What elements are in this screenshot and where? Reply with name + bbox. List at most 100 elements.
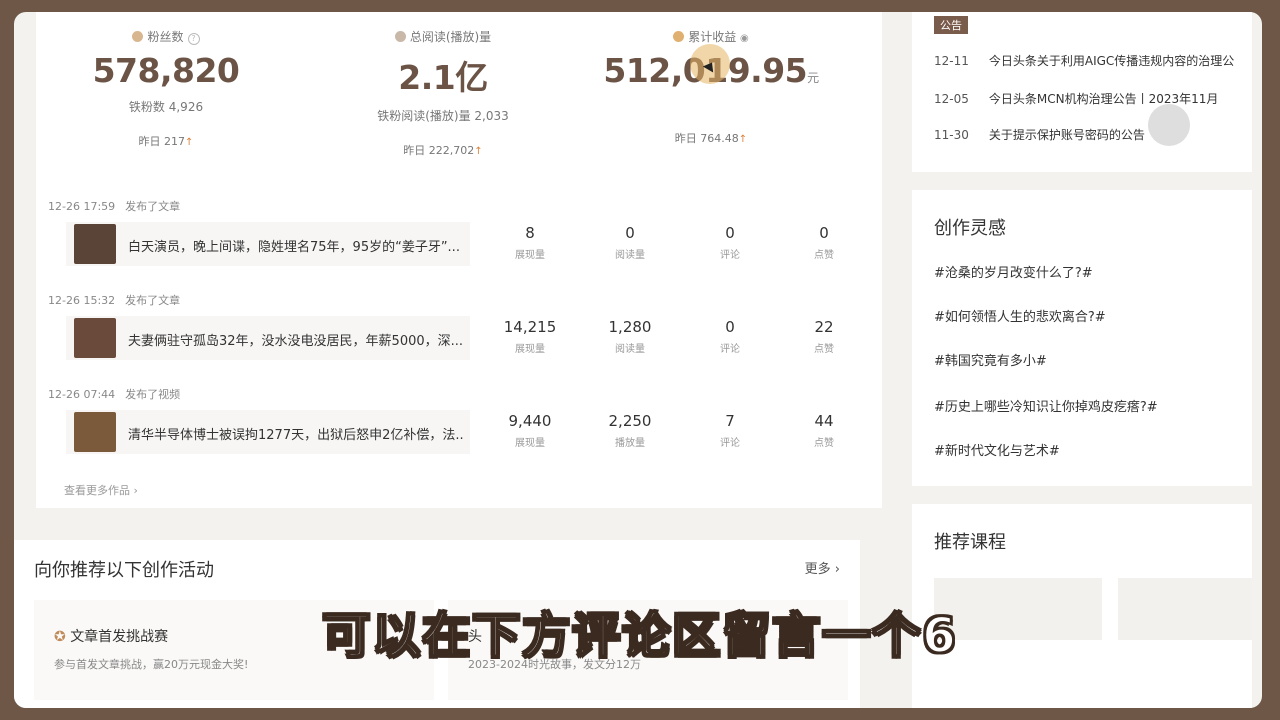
yesterday-value: 764.48 bbox=[700, 132, 739, 145]
activity-title: 向你推荐以下创作活动 bbox=[34, 560, 214, 581]
up-arrow-icon: ↑ bbox=[738, 134, 748, 145]
post-action: 发布了文章 bbox=[125, 294, 181, 307]
metric-value: 2,250 bbox=[608, 412, 652, 430]
stat-sub-value: 2,033 bbox=[474, 109, 509, 123]
metric: 22 点赞 bbox=[774, 318, 874, 355]
up-arrow-icon: ↑ bbox=[474, 146, 483, 157]
metric-label: 阅读量 bbox=[615, 250, 645, 261]
post-title[interactable]: 清华半导体博士被误拘1277天，出狱后怒申2亿补偿，法... bbox=[128, 424, 464, 443]
chevron-right-icon: › bbox=[834, 562, 840, 577]
post-meta: 12-26 17:59 发布了文章 bbox=[48, 198, 190, 214]
metric-value: 0 bbox=[819, 224, 829, 242]
metric-label: 展现量 bbox=[515, 344, 545, 355]
notice-item[interactable]: 11-30 关于提示保护账号密码的公告 bbox=[934, 126, 1145, 143]
inspiration-topic[interactable]: #韩国究竟有多小# bbox=[934, 350, 1047, 369]
post-item[interactable]: 白天演员，晚上间谍，隐姓埋名75年，95岁的“姜子牙”... bbox=[66, 222, 470, 266]
notice-tag: 公告 bbox=[934, 16, 968, 34]
metric: 2,250 播放量 bbox=[580, 412, 680, 449]
stat-label: 累计收益 bbox=[688, 30, 737, 44]
more-works-link[interactable]: 查看更多作品 › bbox=[64, 482, 138, 498]
yesterday-value: 217 bbox=[164, 135, 186, 148]
metric-value: 0 bbox=[725, 224, 735, 242]
metric: 7 评论 bbox=[680, 412, 780, 449]
post-thumbnail bbox=[74, 318, 116, 358]
stat-reads: 总阅读(播放)量 2.1亿 铁粉阅读(播放)量 2,033 昨日 222,702… bbox=[313, 12, 573, 158]
post-meta: 12-26 07:44 发布了视频 bbox=[48, 386, 190, 402]
metric: 44 点赞 bbox=[774, 412, 874, 449]
post-thumbnail bbox=[74, 224, 116, 264]
post-meta: 12-26 15:32 发布了文章 bbox=[48, 292, 190, 308]
inspiration-card: 创作灵感 #沧桑的岁月改变什么了?# #如何领悟人生的悲欢离合?# #韩国究竟有… bbox=[912, 190, 1252, 486]
yesterday-label: 昨日 bbox=[138, 135, 161, 148]
stat-fans: 粉丝数? 578,820 铁粉数 4,926 昨日 217↑ bbox=[36, 12, 296, 149]
metric: 9,440 展现量 bbox=[480, 412, 580, 449]
metric-label: 评论 bbox=[720, 344, 740, 355]
metric-value: 22 bbox=[814, 318, 834, 336]
metric-value: 14,215 bbox=[503, 318, 557, 336]
metric-label: 点赞 bbox=[814, 250, 834, 261]
metric-value: 9,440 bbox=[508, 412, 552, 430]
notice-item[interactable]: 12-11 今日头条关于利用AIGC传播违规内容的治理公 bbox=[934, 52, 1234, 69]
inspiration-title: 创作灵感 bbox=[934, 218, 1006, 239]
metric-label: 点赞 bbox=[814, 438, 834, 449]
eye-toggle-icon[interactable]: ◉ bbox=[740, 33, 749, 44]
more-link[interactable]: 更多 › bbox=[805, 558, 840, 577]
metric: 14,215 展现量 bbox=[480, 318, 580, 355]
metric: 0 点赞 bbox=[774, 224, 874, 261]
post-action: 发布了视频 bbox=[125, 388, 181, 401]
help-icon[interactable]: ? bbox=[187, 33, 200, 45]
eye-icon bbox=[394, 31, 406, 42]
dashboard-card: 粉丝数? 578,820 铁粉数 4,926 昨日 217↑ 总阅读(播放)量 … bbox=[36, 12, 882, 508]
metric-value: 0 bbox=[725, 318, 735, 336]
metric-label: 评论 bbox=[720, 250, 740, 261]
metric-label: 阅读量 bbox=[615, 344, 645, 355]
metric-label: 点赞 bbox=[814, 344, 834, 355]
metric: 0 评论 bbox=[680, 224, 780, 261]
post-item[interactable]: 夫妻俩驻守孤岛32年，没水没电没居民，年薪5000，深... bbox=[66, 316, 470, 360]
inspiration-topic[interactable]: #新时代文化与艺术# bbox=[934, 440, 1060, 459]
metric-label: 展现量 bbox=[515, 250, 545, 261]
post-time: 12-26 17:59 bbox=[48, 200, 116, 213]
yesterday-label: 昨日 bbox=[674, 132, 697, 145]
inspiration-topic[interactable]: #沧桑的岁月改变什么了?# bbox=[934, 262, 1093, 281]
metric-value: 8 bbox=[525, 224, 535, 242]
metric-label: 展现量 bbox=[515, 438, 545, 449]
inspiration-topic[interactable]: #历史上哪些冷知识让你掉鸡皮疙瘩?# bbox=[934, 396, 1158, 415]
yesterday-label: 昨日 bbox=[403, 144, 426, 157]
stat-unit: 元 bbox=[807, 71, 819, 85]
metric: 0 阅读量 bbox=[580, 224, 680, 261]
post-title[interactable]: 夫妻俩驻守孤岛32年，没水没电没居民，年薪5000，深... bbox=[128, 330, 464, 349]
post-action: 发布了文章 bbox=[125, 200, 181, 213]
metric-value: 7 bbox=[725, 412, 735, 430]
chevron-right-icon: › bbox=[133, 484, 138, 497]
stat-label: 粉丝数 bbox=[147, 30, 184, 44]
user-icon bbox=[132, 31, 144, 42]
metric-value: 44 bbox=[814, 412, 834, 430]
stat-label: 总阅读(播放)量 bbox=[409, 30, 492, 44]
post-title[interactable]: 白天演员，晚上间谍，隐姓埋名75年，95岁的“姜子牙”... bbox=[128, 236, 464, 255]
metric-label: 评论 bbox=[720, 438, 740, 449]
metric: 1,280 阅读量 bbox=[580, 318, 680, 355]
stat-sub-value: 4,926 bbox=[168, 100, 204, 114]
post-item[interactable]: 清华半导体博士被误拘1277天，出狱后怒申2亿补偿，法... bbox=[66, 410, 470, 454]
inspiration-topic[interactable]: #如何领悟人生的悲欢离合?# bbox=[934, 306, 1106, 325]
video-thumbnail bbox=[74, 412, 116, 452]
stat-value: 578,820 bbox=[92, 51, 240, 90]
metric: 8 展现量 bbox=[480, 224, 580, 261]
metric-value: 1,280 bbox=[608, 318, 652, 336]
coin-icon bbox=[673, 31, 685, 42]
course-title: 推荐课程 bbox=[934, 532, 1006, 553]
yesterday-value: 222,702 bbox=[428, 144, 475, 157]
stat-sub-label: 铁粉阅读(播放)量 bbox=[377, 109, 471, 123]
metric: 0 评论 bbox=[680, 318, 780, 355]
video-subtitle: 可以在下方评论区留言一个6 bbox=[321, 607, 958, 665]
stat-value: 2.1亿 bbox=[398, 58, 488, 97]
up-arrow-icon: ↑ bbox=[185, 137, 194, 148]
post-time: 12-26 07:44 bbox=[48, 388, 116, 401]
metric-label: 播放量 bbox=[615, 438, 645, 449]
post-time: 12-26 15:32 bbox=[48, 294, 116, 307]
cursor-highlight bbox=[1148, 104, 1190, 146]
metric-value: 0 bbox=[625, 224, 635, 242]
notice-card: 公告 12-11 今日头条关于利用AIGC传播违规内容的治理公 12-05 今日头条… bbox=[912, 12, 1252, 172]
stat-sub-label: 铁粉数 bbox=[128, 100, 165, 114]
